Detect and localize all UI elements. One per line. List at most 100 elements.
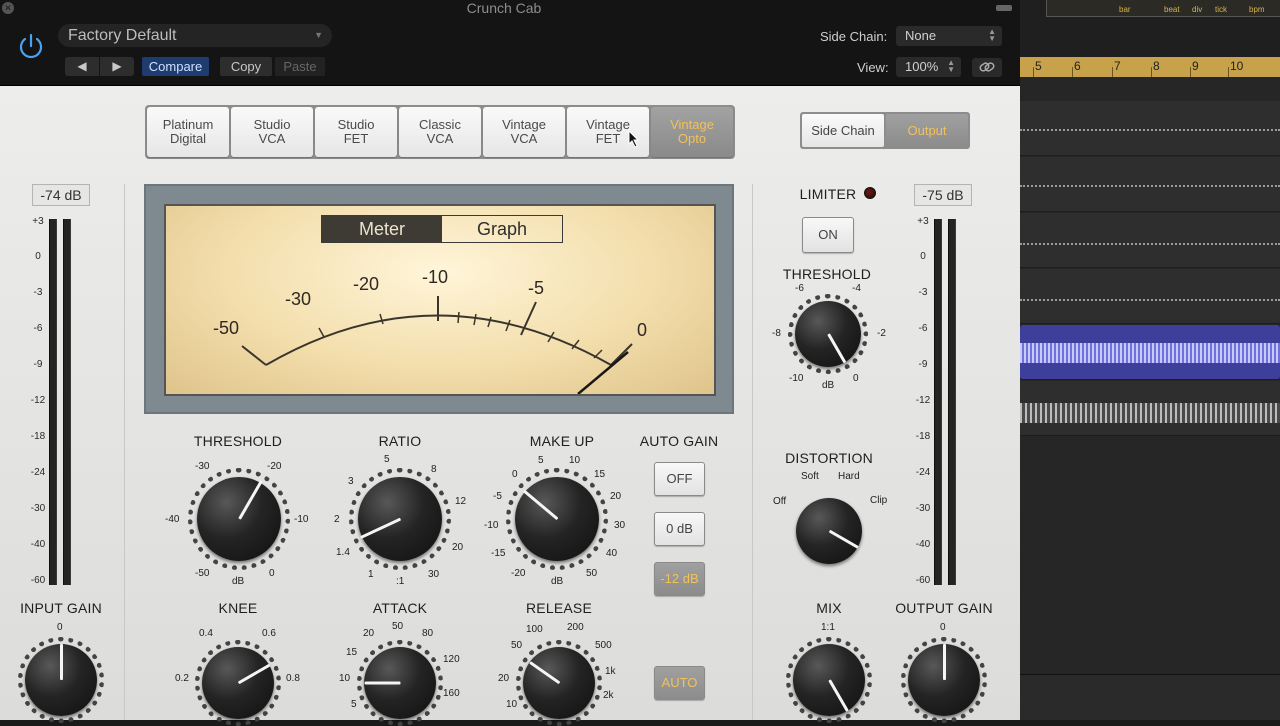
knob-scale-label: 30 — [428, 569, 440, 580]
input-gain-knob[interactable] — [25, 644, 97, 716]
attack-knob[interactable] — [364, 647, 436, 719]
track-lane[interactable] — [1020, 269, 1280, 324]
knob-scale-label: 3 — [348, 476, 354, 487]
knob-scale-label: Soft — [801, 471, 819, 482]
knob-scale-label: 1k — [605, 666, 616, 677]
auto-gain-0db-button[interactable]: 0 dB — [654, 512, 705, 546]
knob-scale-label: 50 — [392, 621, 404, 632]
side-chain-select[interactable]: None ▲ ▼ — [896, 26, 1002, 46]
window-title: Crunch Cab — [466, 0, 542, 16]
model-studio-vca[interactable]: Studio VCA — [231, 107, 313, 157]
bar-number: 7 — [1114, 59, 1121, 73]
knob-scale-label: 1:1 — [821, 622, 835, 633]
auto-release-button[interactable]: AUTO — [654, 666, 705, 700]
minimize-icon[interactable] — [996, 5, 1012, 11]
model-vintage-opto[interactable]: Vintage Opto — [651, 107, 733, 157]
threshold-knob[interactable] — [197, 477, 281, 561]
vu-meter: Meter Graph -50 -30 -20 -10 -5 0 — [144, 184, 734, 414]
model-classic-vca[interactable]: Classic VCA — [399, 107, 481, 157]
track-lane[interactable] — [1020, 101, 1280, 156]
chevron-down-icon: ▼ — [314, 30, 323, 40]
bar-number: 5 — [1035, 59, 1042, 73]
track-lane[interactable] — [1020, 381, 1280, 436]
updown-icon: ▲ ▼ — [947, 58, 955, 74]
auto-gain-minus12db-button[interactable]: -12 dB — [654, 562, 705, 596]
knob-scale-label: 0.4 — [199, 628, 213, 639]
model-studio-fet[interactable]: Studio FET — [315, 107, 397, 157]
model-vintage-vca[interactable]: Vintage VCA — [483, 107, 565, 157]
knob-scale-label: 100 — [526, 624, 543, 635]
track-lane[interactable] — [1020, 213, 1280, 268]
output-view-button[interactable]: Output — [886, 114, 968, 147]
mix-knob[interactable] — [793, 644, 865, 716]
bar-number: 8 — [1153, 59, 1160, 73]
knob-scale-label: Clip — [870, 495, 888, 506]
previous-preset-button[interactable]: ◀ — [65, 57, 99, 76]
bar-number: 9 — [1192, 59, 1199, 73]
meter-scale-label: 0 — [35, 251, 41, 262]
input-level-readout: -74 dB — [32, 184, 90, 206]
knob-scale-label: Hard — [838, 471, 860, 482]
track-lane[interactable] — [1020, 157, 1280, 212]
meter-scale-label: -18 — [30, 431, 46, 442]
vu-meter-face: Meter Graph -50 -30 -20 -10 -5 0 — [164, 204, 716, 396]
knob-scale-label: 10 — [569, 455, 581, 466]
knee-knob[interactable] — [202, 647, 274, 719]
side-chain-view-button[interactable]: Side Chain — [802, 114, 884, 147]
meter-scale-label: -60 — [30, 575, 46, 586]
meter-scale-label: -9 — [918, 359, 928, 370]
bar-number: 6 — [1074, 59, 1081, 73]
output-level-readout: -75 dB — [914, 184, 972, 206]
daw-control-bar: bar beat div tick bpm — [1020, 0, 1280, 57]
side-chain-label: Side Chain: — [820, 29, 888, 44]
knee-label: KNEE — [218, 600, 258, 616]
distortion-knob[interactable] — [796, 498, 862, 564]
timeline-ruler[interactable]: 5 6 7 8 9 10 — [1020, 57, 1280, 77]
model-platinum-digital[interactable]: Platinum Digital — [147, 107, 229, 157]
knob-scale-label: -8 — [772, 328, 781, 339]
meter-scale-label: +3 — [917, 216, 929, 227]
knob-scale-label: -6 — [795, 283, 804, 294]
release-knob[interactable] — [523, 647, 595, 719]
knob-scale-label: -20 — [511, 568, 526, 579]
knob-scale-label: -15 — [491, 548, 506, 559]
power-icon[interactable] — [16, 31, 46, 61]
knob-scale-label: 500 — [595, 640, 612, 651]
auto-gain-off-button[interactable]: OFF — [654, 462, 705, 496]
updown-icon: ▲ ▼ — [988, 27, 996, 43]
vu-needle — [577, 351, 629, 394]
knob-scale-label: 2 — [334, 514, 340, 525]
knob-scale-label: 0 — [853, 373, 859, 384]
link-icon — [979, 62, 995, 72]
knob-scale-label: Off — [773, 496, 787, 507]
knob-scale-label: 15 — [346, 647, 358, 658]
limiter-on-button[interactable]: ON — [802, 217, 854, 253]
knob-scale-label: 0 — [269, 568, 275, 579]
knob-scale-label: 12 — [455, 496, 467, 507]
meter-scale-label: -30 — [30, 503, 46, 514]
knob-scale-label: -5 — [493, 491, 502, 502]
track-lane-selected[interactable] — [1020, 325, 1280, 380]
paste-button[interactable]: Paste — [275, 57, 325, 76]
make-up-knob[interactable] — [515, 477, 599, 561]
ratio-knob[interactable] — [358, 477, 442, 561]
meter-scale-label: -18 — [915, 431, 931, 442]
lcd-label: bar — [1119, 5, 1131, 14]
knob-scale-label: 10 — [506, 699, 518, 710]
limiter-threshold-knob[interactable] — [795, 301, 861, 367]
input-meter-right — [63, 219, 71, 585]
output-gain-knob[interactable] — [908, 644, 980, 716]
daw-footer — [1020, 674, 1280, 720]
threshold-label: THRESHOLD — [193, 433, 283, 449]
limiter-led-icon — [864, 187, 876, 199]
daw-arrange-area: bar beat div tick bpm 5 6 7 8 9 10 — [1020, 0, 1280, 720]
next-preset-button[interactable]: ▶ — [100, 57, 134, 76]
knob-scale-label: 120 — [443, 654, 460, 665]
compare-button[interactable]: Compare — [142, 57, 209, 76]
link-button[interactable] — [972, 58, 1002, 77]
view-zoom-select[interactable]: 100% ▲ ▼ — [896, 57, 961, 77]
copy-button[interactable]: Copy — [220, 57, 272, 76]
knob-scale-label: 5 — [384, 454, 390, 465]
meter-scale-label: +3 — [32, 216, 44, 227]
preset-menu[interactable]: Factory Default ▼ — [58, 24, 332, 47]
